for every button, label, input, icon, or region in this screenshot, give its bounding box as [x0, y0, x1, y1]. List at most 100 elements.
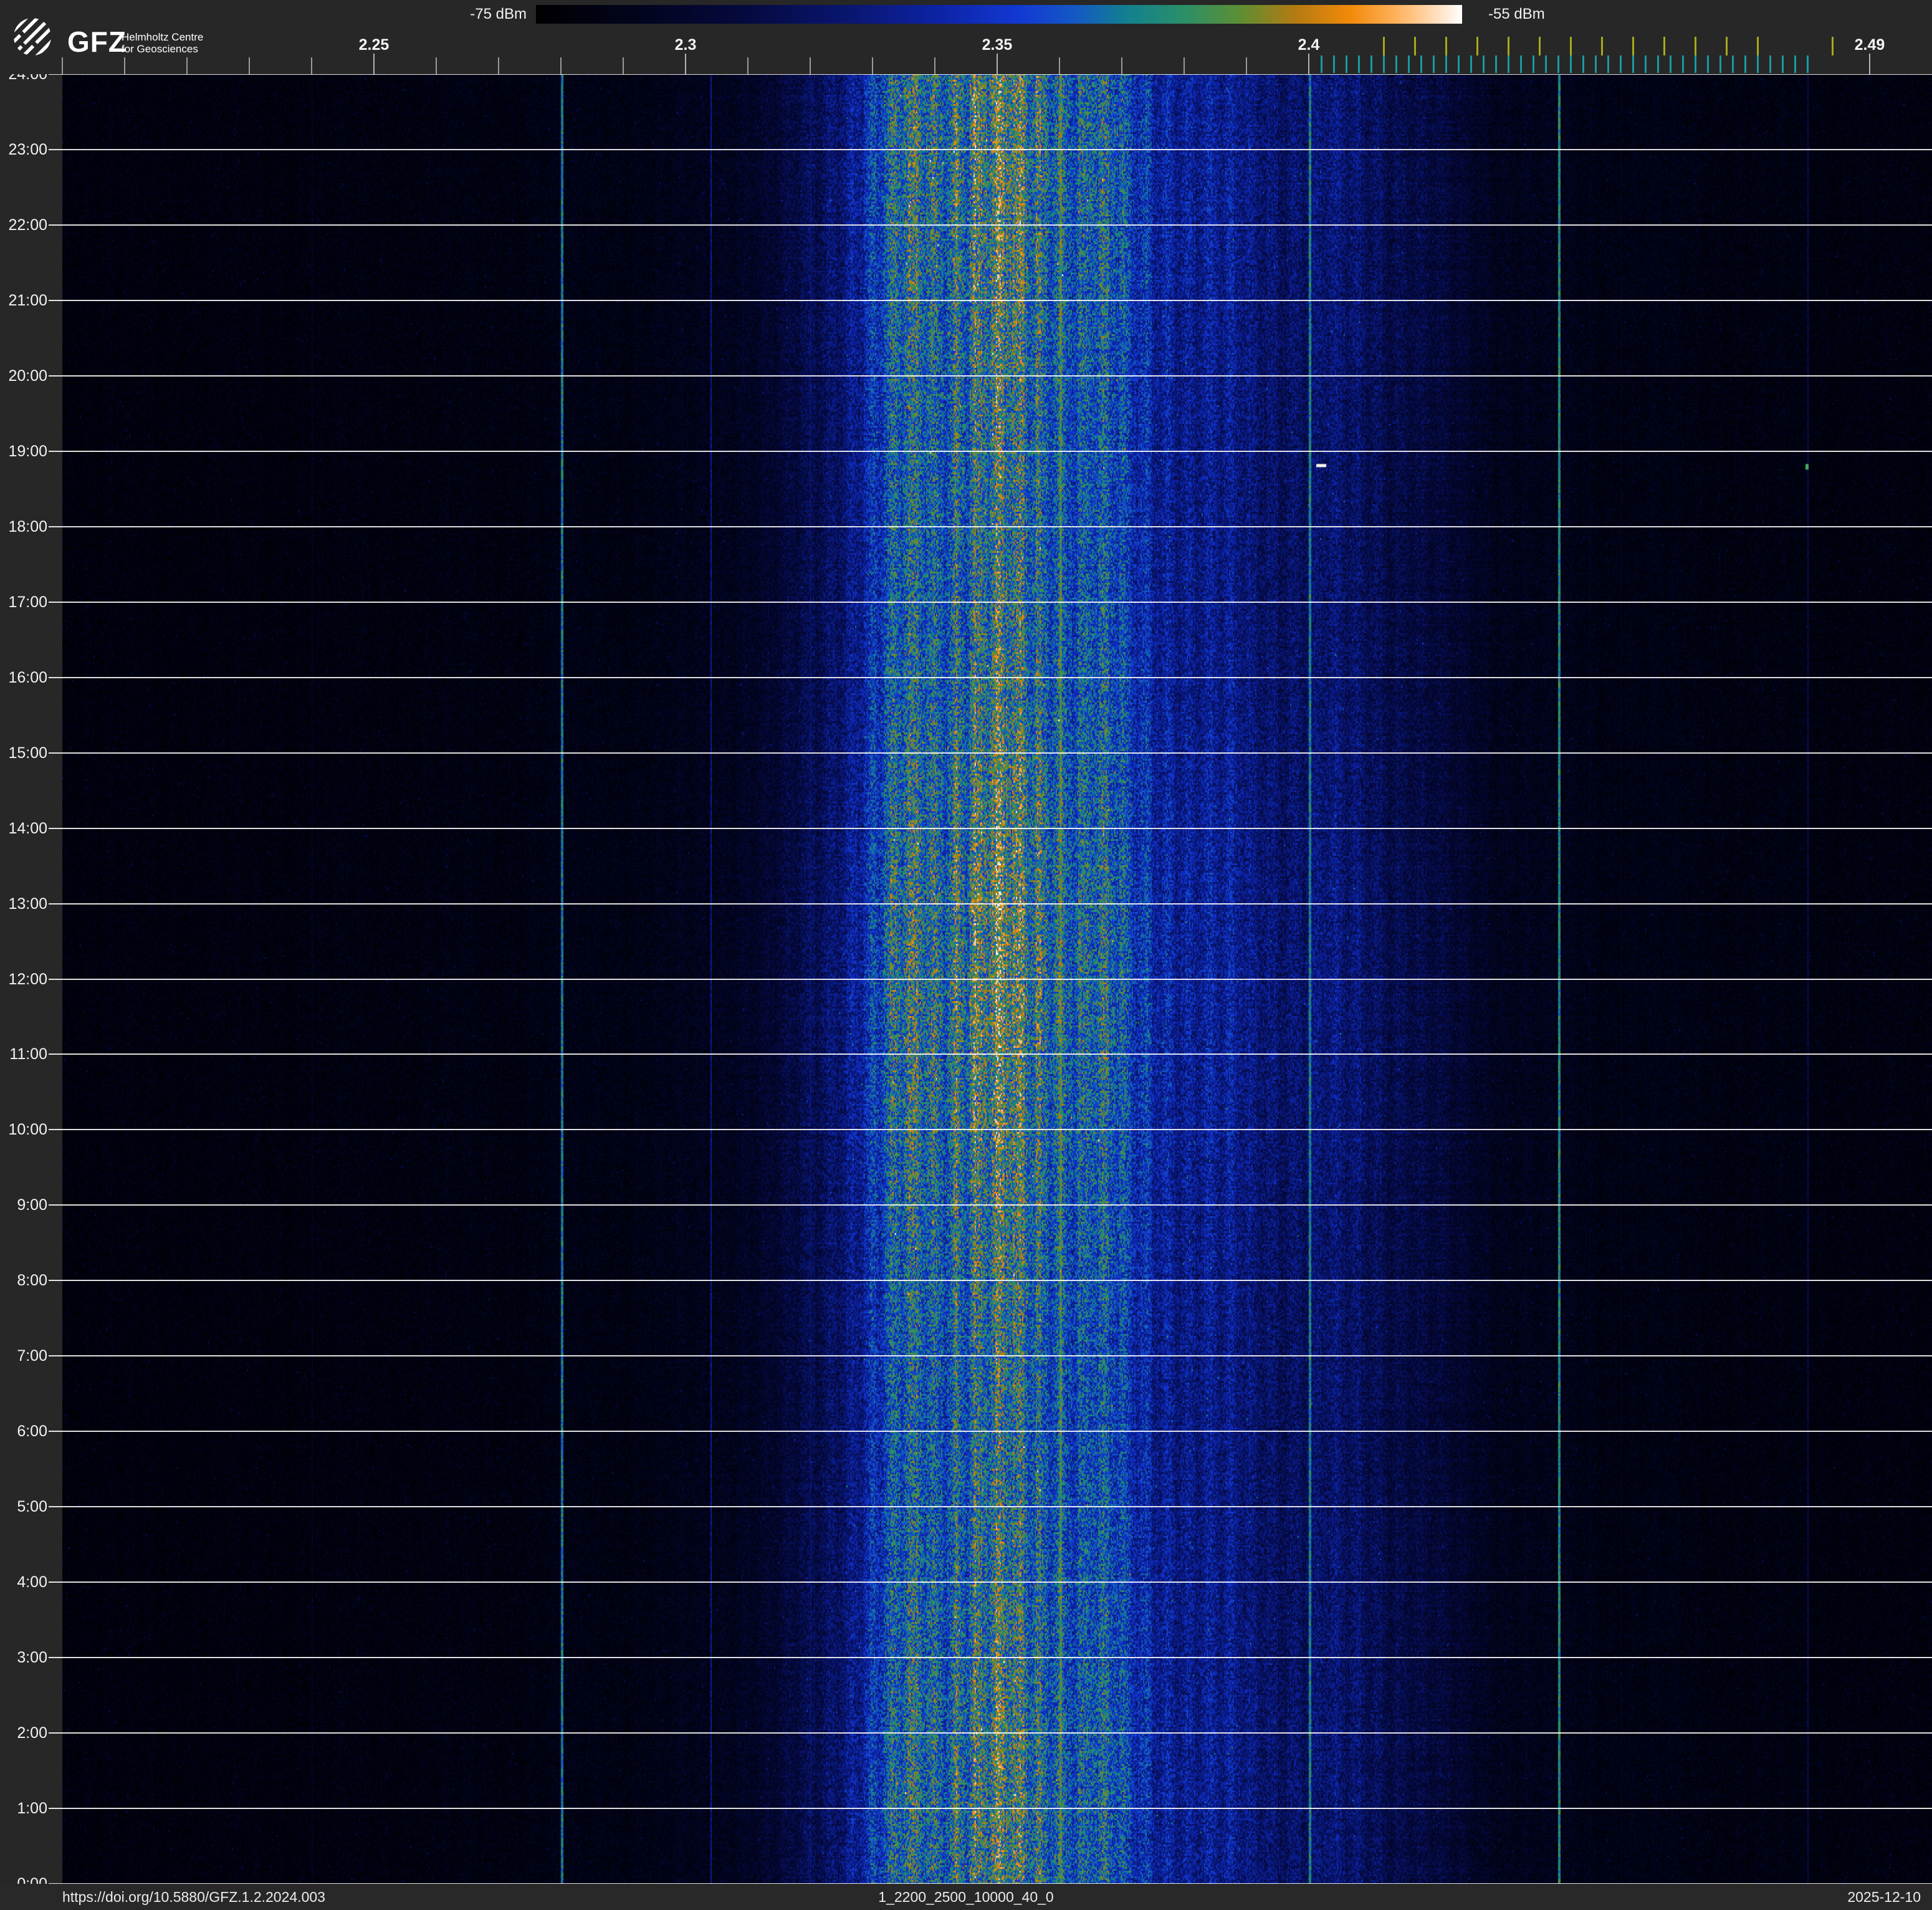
- hour-gridline-4:00: [49, 1581, 1932, 1583]
- ble-channel-tick-2410: [1370, 55, 1372, 73]
- wifi-channel-tick-2457: [1663, 37, 1665, 55]
- wifi-channel-tick-2447: [1601, 37, 1603, 55]
- ble-channel-tick-2416: [1408, 55, 1410, 73]
- freq-minor-tick-2230: [249, 57, 250, 74]
- ble-channel-tick-2448: [1607, 55, 1609, 73]
- wifi-channel-tick-2484: [1832, 37, 1834, 55]
- ble-channel-tick-2418: [1420, 55, 1422, 73]
- ble-channel-tick-2424: [1458, 55, 1460, 73]
- freq-label-2.49: 2.49: [1842, 36, 1898, 54]
- freq-major-tick-2.3: [685, 54, 686, 74]
- wifi-channel-tick-2442: [1570, 37, 1572, 55]
- time-label-3:00: 3:00: [0, 1649, 47, 1667]
- ble-channel-tick-2406: [1346, 55, 1347, 73]
- wifi-channel-tick-2467: [1726, 37, 1728, 55]
- time-label-19:00: 19:00: [0, 443, 47, 461]
- freq-minor-tick-2270: [498, 57, 499, 74]
- hour-gridline-16:00: [49, 677, 1932, 678]
- time-label-4:00: 4:00: [0, 1573, 47, 1591]
- time-label-2:00: 2:00: [0, 1724, 47, 1742]
- ble-channel-tick-2408: [1358, 55, 1360, 73]
- ble-channel-tick-2456: [1657, 55, 1659, 73]
- colorbar-gradient: [536, 5, 1462, 24]
- hour-gridline-19:00: [49, 451, 1932, 452]
- ble-channel-tick-2428: [1483, 55, 1485, 73]
- hour-gridline-15:00: [49, 752, 1932, 754]
- gfz-subtitle-line1: Helmholtz Centre: [122, 31, 203, 43]
- hour-gridline-9:00: [49, 1204, 1932, 1206]
- hour-gridline-14:00: [49, 828, 1932, 829]
- header: GFZ Helmholtz Centrefor Geosciences -75 …: [0, 0, 1932, 74]
- wifi-channel-tick-2417: [1414, 37, 1416, 55]
- freq-minor-tick-2370: [1121, 57, 1122, 74]
- ble-channel-tick-2474: [1769, 55, 1771, 73]
- hour-gridline-10:00: [49, 1129, 1932, 1130]
- ble-channel-tick-2472: [1757, 55, 1759, 73]
- colorbar-min-label: -75 dBm: [433, 6, 527, 23]
- ble-channel-tick-2478: [1794, 55, 1796, 73]
- time-label-13:00: 13:00: [0, 895, 47, 913]
- freq-minor-tick-2360: [1059, 57, 1060, 74]
- ble-channel-tick-2476: [1782, 55, 1784, 73]
- freq-minor-tick-2240: [311, 57, 312, 74]
- time-label-12:00: 12:00: [0, 971, 47, 989]
- wifi-channel-tick-2452: [1632, 37, 1634, 55]
- hour-gridline-13:00: [49, 903, 1932, 905]
- hour-gridline-12:00: [49, 979, 1932, 980]
- ble-channel-tick-2464: [1707, 55, 1709, 73]
- gfz-subtitle-line2: for Geosciences: [122, 43, 198, 55]
- ble-channel-tick-2480: [1807, 55, 1809, 73]
- date-label: 2025-12-10: [1847, 1889, 1921, 1906]
- freq-minor-tick-2290: [623, 57, 624, 74]
- gfz-wordmark: GFZ: [67, 25, 127, 59]
- hour-gridline-8:00: [49, 1280, 1932, 1281]
- ble-channel-tick-2446: [1595, 55, 1597, 73]
- time-label-6:00: 6:00: [0, 1423, 47, 1441]
- hour-gridline-11:00: [49, 1053, 1932, 1055]
- time-label-23:00: 23:00: [0, 141, 47, 159]
- freq-major-tick-2.35: [997, 54, 998, 74]
- wifi-channel-tick-2432: [1508, 37, 1509, 55]
- spectrogram-page: GFZ Helmholtz Centrefor Geosciences -75 …: [0, 0, 1932, 1910]
- freq-minor-tick-2220: [186, 57, 188, 74]
- hour-gridline-17:00: [49, 602, 1932, 603]
- freq-minor-tick-2380: [1184, 57, 1185, 74]
- ble-channel-tick-2466: [1719, 55, 1721, 73]
- time-label-20:00: 20:00: [0, 367, 47, 385]
- time-label-8:00: 8:00: [0, 1272, 47, 1290]
- hour-gridline-1:00: [49, 1808, 1932, 1809]
- ble-channel-tick-2422: [1445, 55, 1447, 73]
- freq-major-tick-2.49: [1869, 54, 1870, 74]
- ble-channel-tick-2452: [1632, 55, 1634, 73]
- freq-minor-tick-2280: [560, 57, 562, 74]
- footer: https://doi.org/10.5880/GFZ.1.2.2024.003…: [0, 1884, 1932, 1910]
- ble-channel-tick-2414: [1395, 55, 1397, 73]
- ble-channel-tick-2436: [1533, 55, 1534, 73]
- freq-minor-tick-2340: [934, 57, 935, 74]
- time-label-10:00: 10:00: [0, 1121, 47, 1139]
- hour-gridline-5:00: [49, 1506, 1932, 1507]
- time-label-21:00: 21:00: [0, 292, 47, 310]
- time-label-1:00: 1:00: [0, 1800, 47, 1818]
- time-label-9:00: 9:00: [0, 1196, 47, 1214]
- ble-channel-tick-2468: [1732, 55, 1734, 73]
- ble-channel-tick-2458: [1670, 55, 1671, 73]
- wifi-channel-tick-2462: [1695, 37, 1696, 55]
- freq-label-2.25: 2.25: [346, 36, 402, 54]
- ble-channel-tick-2438: [1545, 55, 1547, 73]
- hour-gridline-3:00: [49, 1657, 1932, 1658]
- time-label-5:00: 5:00: [0, 1498, 47, 1516]
- hour-gridline-2:00: [49, 1732, 1932, 1734]
- gfz-subtitle: Helmholtz Centrefor Geosciences: [122, 31, 203, 55]
- hour-gridline-18:00: [49, 526, 1932, 527]
- ble-channel-tick-2434: [1520, 55, 1522, 73]
- time-label-18:00: 18:00: [0, 518, 47, 536]
- ble-channel-tick-2442: [1570, 55, 1572, 73]
- ble-channel-tick-2444: [1582, 55, 1584, 73]
- time-label-11:00: 11:00: [0, 1045, 47, 1063]
- wifi-channel-tick-2437: [1539, 37, 1541, 55]
- wifi-channel-tick-2472: [1757, 37, 1759, 55]
- time-label-14:00: 14:00: [0, 820, 47, 838]
- ble-channel-tick-2420: [1433, 55, 1435, 73]
- dataset-id: 1_2200_2500_10000_40_0: [0, 1889, 1932, 1906]
